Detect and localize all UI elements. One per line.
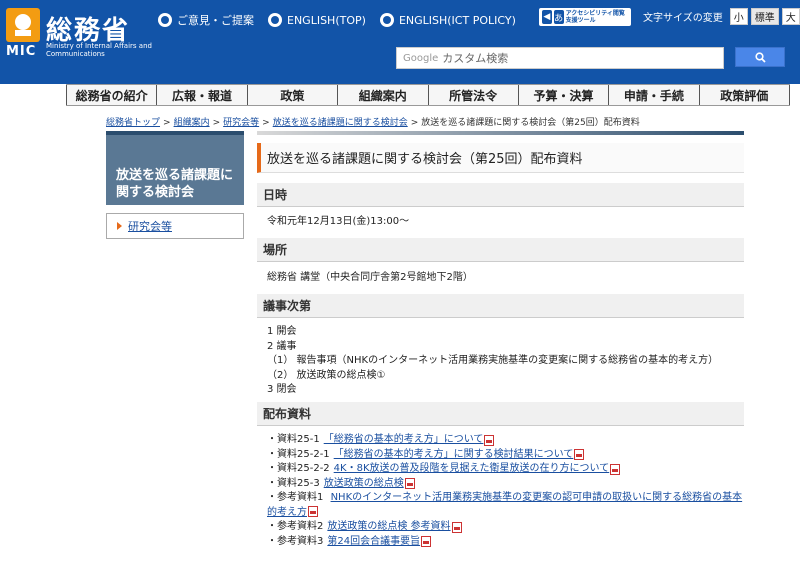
agenda-item: 3 閉会: [267, 384, 297, 395]
nav-policy[interactable]: 政策: [246, 85, 337, 105]
search-icon: [754, 51, 766, 63]
list-item: ・資料25-2-1 「総務省の基本的考え方」に関する検討結果について: [267, 448, 744, 463]
nav-evaluation[interactable]: 政策評価: [698, 85, 790, 105]
agenda-item: （2） 放送政策の総点検①: [267, 369, 386, 381]
opinion-link[interactable]: ご意見・ご提案: [158, 12, 254, 28]
list-item: ・参考資料2 放送政策の総点検 参考資料: [267, 520, 744, 535]
pdf-icon: [574, 449, 585, 461]
speaker-icon: ◀: [542, 10, 552, 24]
breadcrumb-current: 放送を巡る諸課題に関する検討会（第25回）配布資料: [421, 118, 640, 128]
agenda-item: （1） 報告事項（NHKのインターネット活用業務実施基準の変更案に関する総務省の…: [267, 355, 719, 366]
bullet-icon: [268, 13, 282, 27]
section-heading-date: 日時: [257, 183, 744, 207]
logo-mic-text: MIC: [6, 44, 37, 59]
list-item: ・資料25-3 放送政策の総点検: [267, 477, 744, 492]
agenda-list: 1 開会 2 議事 （1） 報告事項（NHKのインターネット活用業務実施基準の変…: [257, 318, 744, 395]
logo-english-text: Ministry of Internal Affairs and Communi…: [46, 42, 152, 58]
material-label: ・資料25-3: [267, 477, 320, 489]
material-link[interactable]: 「総務省の基本的考え方」に関する検討結果について: [334, 448, 574, 462]
breadcrumb-link-organization[interactable]: 組織案内: [174, 118, 210, 128]
arrow-right-icon: [117, 222, 122, 230]
english-ict-link-label: ENGLISH(ICT POLICY): [398, 13, 516, 27]
nav-budget[interactable]: 予算・決算: [517, 85, 608, 105]
sidebar-item-label: 研究会等: [128, 220, 172, 233]
breadcrumb-link-top[interactable]: 総務省トップ: [106, 118, 160, 128]
sidebar-item-committees[interactable]: 研究会等: [106, 213, 244, 239]
material-link[interactable]: 「総務省の基本的考え方」について: [324, 433, 484, 447]
material-label: ・資料25-2-1: [267, 448, 330, 460]
global-nav: 総務省の紹介 広報・報道 政策 組織案内 所管法令 予算・決算 申請・手続 政策…: [66, 84, 790, 106]
material-label: ・参考資料2: [267, 521, 324, 533]
bullet-icon: [379, 13, 394, 27]
nav-press[interactable]: 広報・報道: [156, 85, 246, 105]
pdf-icon: [404, 478, 415, 490]
reading-icon: あ: [553, 10, 564, 24]
nav-applications[interactable]: 申請・手続: [608, 85, 698, 105]
english-top-link[interactable]: ENGLISH(TOP): [268, 12, 366, 28]
material-label: ・資料25-2-2: [267, 463, 330, 475]
agenda-item: 2 議事: [267, 340, 297, 352]
font-size-control: 文字サイズの変更 小 標準 大: [643, 8, 800, 25]
header-links: ご意見・ご提案 ENGLISH(TOP) ENGLISH(ICT POLICY): [158, 12, 516, 28]
date-text: 令和元年12月13日(金)13:00〜: [267, 216, 410, 227]
title-accent-bar: [257, 131, 744, 135]
list-item: ・参考資料3 第24回会合議事要旨: [267, 535, 744, 550]
search-input[interactable]: Google カスタム検索: [396, 47, 724, 69]
breadcrumb-link-committees[interactable]: 研究会等: [223, 118, 259, 128]
materials-list: ・資料25-1 「総務省の基本的考え方」について ・資料25-2-1 「総務省の…: [257, 426, 744, 549]
material-link[interactable]: NHKのインターネット活用業務実施基準の変更案の認可申請の取扱いに関する総務省の…: [267, 492, 742, 518]
material-link[interactable]: 放送政策の総点検: [324, 477, 404, 491]
sidebar-title: 放送を巡る諸課題に関する検討会: [106, 131, 244, 205]
font-size-standard-button[interactable]: 標準: [750, 8, 779, 25]
section-heading-agenda: 議事次第: [257, 294, 744, 318]
material-label: ・資料25-1: [267, 434, 320, 446]
breadcrumb-link-study-group[interactable]: 放送を巡る諸課題に関する検討会: [273, 118, 408, 128]
main-content: 放送を巡る諸課題に関する検討会（第25回）配布資料 日時 令和元年12月13日(…: [257, 131, 744, 549]
material-label: ・参考資料3: [267, 535, 324, 547]
site-header: 総務省 MIC Ministry of Internal Affairs and…: [0, 0, 800, 84]
list-item: ・参考資料1 NHKのインターネット活用業務実施基準の変更案の認可申請の取扱いに…: [267, 491, 744, 520]
accessibility-tool-label: アクセシビリティ閲覧支援ツール: [565, 10, 625, 24]
material-label: ・参考資料1: [267, 492, 324, 503]
section-heading-materials: 配布資料: [257, 402, 744, 426]
place-text: 総務省 講堂（中央合同庁舎第2号館地下2階）: [267, 272, 473, 283]
agenda-item: 1 開会: [267, 326, 297, 337]
google-brand: Google: [403, 52, 439, 64]
english-top-link-label: ENGLISH(TOP): [287, 13, 366, 27]
section-heading-place: 場所: [257, 238, 744, 262]
material-link[interactable]: 放送政策の総点検 参考資料: [327, 520, 450, 534]
pdf-icon: [451, 521, 462, 533]
pdf-icon: [308, 506, 318, 517]
opinion-link-label: ご意見・ご提案: [177, 14, 254, 27]
material-link[interactable]: 第24回会合議事要旨: [327, 535, 420, 549]
nav-laws[interactable]: 所管法令: [427, 85, 518, 105]
font-size-small-button[interactable]: 小: [729, 8, 748, 25]
font-size-large-button[interactable]: 大: [781, 8, 800, 25]
search-placeholder: カスタム検索: [442, 52, 509, 65]
bullet-icon: [158, 13, 172, 27]
mic-emblem-icon: [6, 8, 40, 42]
pdf-icon: [421, 536, 432, 548]
breadcrumb: 総務省トップ > 組織案内 > 研究会等 > 放送を巡る諸課題に関する検討会 > 放送を巡る諸課…: [106, 118, 640, 128]
search-button[interactable]: [735, 47, 785, 67]
page-title: 放送を巡る諸課題に関する検討会（第25回）配布資料: [257, 143, 744, 173]
mic-logo[interactable]: 総務省 MIC Ministry of Internal Affairs and…: [6, 8, 152, 60]
material-link[interactable]: 4K・8K放送の普及段階を見据えた衛星放送の在り方について: [334, 462, 610, 476]
nav-about[interactable]: 総務省の紹介: [66, 85, 156, 105]
english-ict-link[interactable]: ENGLISH(ICT POLICY): [379, 12, 516, 28]
list-item: ・資料25-2-2 4K・8K放送の普及段階を見据えた衛星放送の在り方について: [267, 462, 744, 477]
pdf-icon: [484, 434, 495, 446]
accessibility-tool-button[interactable]: ◀ あ アクセシビリティ閲覧支援ツール: [539, 8, 631, 26]
pdf-icon: [610, 463, 621, 475]
list-item: ・資料25-1 「総務省の基本的考え方」について: [267, 433, 744, 448]
nav-organization[interactable]: 組織案内: [337, 85, 427, 105]
font-size-label: 文字サイズの変更: [643, 13, 723, 24]
